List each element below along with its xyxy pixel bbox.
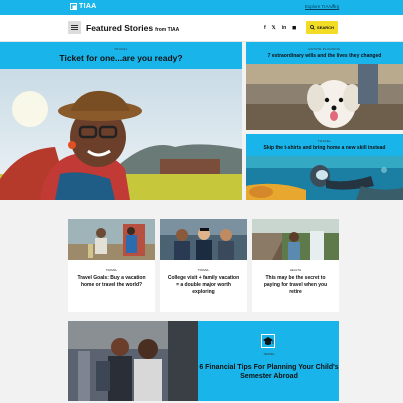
hamburger-icon bbox=[71, 25, 78, 26]
semester-abroad-image bbox=[68, 321, 198, 401]
top-bar bbox=[0, 0, 403, 15]
story-title[interactable]: College visit + family vacation = a doub… bbox=[166, 275, 241, 296]
story-tag: HEALTH bbox=[289, 268, 302, 272]
promo-tag: TRAVEL bbox=[263, 352, 275, 356]
youtube-icon[interactable]: ◼ bbox=[292, 25, 296, 31]
external-link-icon: ↗ bbox=[330, 4, 336, 10]
linkedin-icon[interactable]: in bbox=[282, 25, 286, 31]
hero-tag: TRAVEL bbox=[114, 47, 128, 51]
side-banner: TRAVEL Skip the t-shirts and bring home … bbox=[246, 134, 403, 156]
story-tag: TRAVEL bbox=[317, 139, 332, 143]
story-title[interactable]: Travel Goals: Buy a vacation home or tra… bbox=[74, 275, 149, 289]
twitter-icon[interactable]: 𝕏 bbox=[272, 25, 276, 31]
story-title[interactable]: This may be the secret to paying for tra… bbox=[258, 275, 333, 296]
site-header: Featured Stories from TIAA f 𝕏 in ◼ SEARC… bbox=[0, 15, 403, 42]
hero-banner: TRAVEL Ticket for one...are you ready? bbox=[0, 42, 242, 69]
story-card-college-visit[interactable]: TRAVEL College visit + family vacation =… bbox=[160, 219, 247, 312]
search-button[interactable]: SEARCH bbox=[306, 21, 338, 34]
hero-story[interactable]: TRAVEL Ticket for one...are you ready? bbox=[0, 42, 242, 200]
hero-image bbox=[0, 69, 242, 200]
scuba-image bbox=[246, 156, 403, 200]
graduation-cap-icon bbox=[261, 334, 275, 348]
story-tag: TRAVEL bbox=[105, 268, 118, 272]
menu-button[interactable] bbox=[68, 21, 81, 34]
hero-title[interactable]: Ticket for one...are you ready? bbox=[0, 53, 242, 63]
featured-promo[interactable] bbox=[68, 321, 339, 401]
brand-logo[interactable]: TIAA bbox=[70, 3, 97, 10]
story-title[interactable]: 7 extraordinary wills and the lives they… bbox=[246, 53, 403, 59]
waterfall-image bbox=[252, 219, 339, 260]
social-links: f 𝕏 in ◼ bbox=[264, 25, 296, 31]
search-label: SEARCH bbox=[317, 25, 334, 30]
tiaa-logo-icon bbox=[70, 3, 77, 10]
facebook-icon[interactable]: f bbox=[264, 25, 266, 31]
dog-image bbox=[246, 64, 403, 130]
story-card-paying-travel[interactable]: HEALTH This may be the secret to paying … bbox=[252, 219, 339, 312]
story-card-wills[interactable]: ESTATE PLANNING 7 extraordinary wills an… bbox=[246, 42, 403, 130]
brand-name: TIAA bbox=[79, 3, 97, 10]
college-family-image bbox=[160, 219, 247, 260]
story-title[interactable]: Skip the t-shirts and bring home a new s… bbox=[246, 145, 403, 151]
side-banner: ESTATE PLANNING 7 extraordinary wills an… bbox=[246, 42, 403, 64]
search-icon bbox=[310, 25, 315, 30]
page-title: Featured Stories from TIAA bbox=[86, 23, 180, 33]
story-tag: ESTATE PLANNING bbox=[308, 47, 341, 51]
promo-title[interactable]: 6 Financial Tips For Planning Your Child… bbox=[199, 363, 339, 381]
story-card-skill[interactable]: TRAVEL Skip the t-shirts and bring home … bbox=[246, 134, 403, 200]
family-travel-image bbox=[68, 219, 155, 260]
story-card-vacation-home[interactable]: TRAVEL Travel Goals: Buy a vacation home… bbox=[68, 219, 155, 312]
story-tag: TRAVEL bbox=[197, 268, 210, 272]
